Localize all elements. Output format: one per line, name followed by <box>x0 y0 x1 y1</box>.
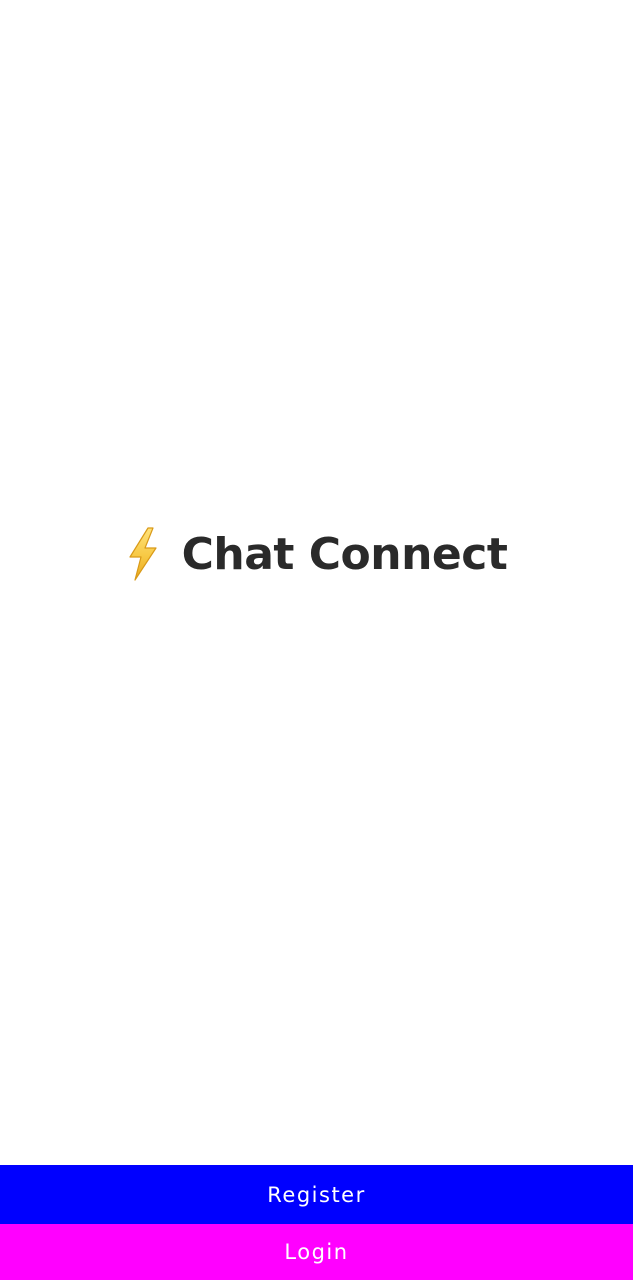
welcome-screen: Chat Connect Register Login <box>0 0 633 1280</box>
register-button[interactable]: Register <box>0 1165 633 1224</box>
lightning-bolt-icon <box>126 527 160 581</box>
app-title: Chat Connect <box>181 528 508 580</box>
login-button[interactable]: Login <box>0 1224 633 1280</box>
brand-header: Chat Connect <box>0 522 633 586</box>
